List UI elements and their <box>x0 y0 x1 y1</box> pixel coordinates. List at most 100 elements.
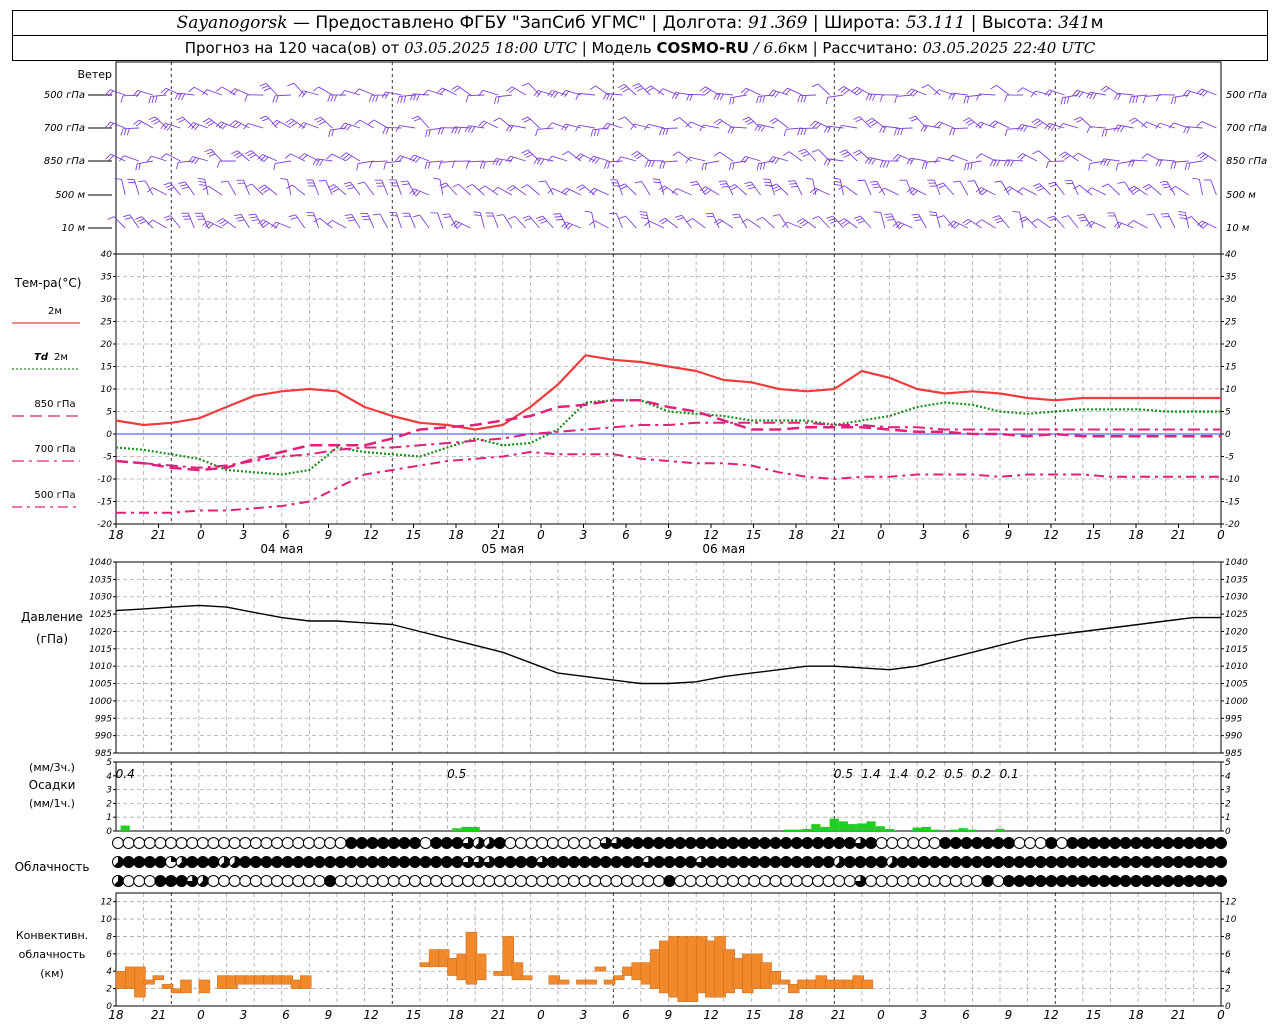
wind-barb-feather <box>1128 117 1136 122</box>
wind-barb-feather <box>163 182 171 186</box>
wind-barb-feather <box>443 216 451 218</box>
cloud-symbol <box>960 875 973 887</box>
wind-barb-feather <box>1196 121 1203 127</box>
wind-barb <box>942 182 955 196</box>
wind-barb-feather <box>1142 184 1150 189</box>
wind-barb-feather <box>382 127 386 135</box>
temp-x-tick: 9 <box>665 528 673 542</box>
wind-barb-feather <box>204 148 212 153</box>
cloud-symbol <box>175 837 188 849</box>
wind-barb-feather <box>865 93 870 101</box>
wind-barb-feather <box>760 125 766 132</box>
wind-barb-feather <box>312 158 317 166</box>
wind-barb-feather <box>425 130 428 138</box>
wind-barb-feather <box>216 160 221 168</box>
wind-barb-feather <box>375 94 379 102</box>
cloud-symbol <box>896 856 909 868</box>
wind-barb-feather <box>800 151 808 155</box>
precip-unit3: (мм/3ч.) <box>29 761 75 774</box>
wind-barb <box>482 160 499 163</box>
wind-barb <box>395 179 402 196</box>
wind-barb <box>703 124 720 129</box>
wind-barb-feather <box>811 83 819 88</box>
cloud-symbol <box>430 837 443 849</box>
wind-barb-feather <box>1115 163 1119 171</box>
wind-barb-feather <box>853 116 860 120</box>
wind-barb <box>1201 88 1217 96</box>
wind-barb-feather <box>496 214 504 217</box>
wind-barb-feather <box>912 190 919 196</box>
wind-barb-feather <box>771 90 777 97</box>
cloud-symbol <box>430 856 443 868</box>
pres-axis-tick-right: 1025 <box>1225 610 1248 620</box>
wind-barb <box>918 213 927 229</box>
wind-barb-feather <box>274 121 281 127</box>
wind-barb-feather <box>1012 210 1020 213</box>
wind-barb-feather <box>756 96 759 104</box>
pres-axis-tick-right: 995 <box>1225 714 1242 724</box>
wind-barb <box>152 219 167 229</box>
wind-barb-feather <box>855 217 863 222</box>
cloud-symbol <box>515 875 528 887</box>
cloud-symbol <box>737 875 750 887</box>
cloud-symbol <box>1119 856 1132 868</box>
wind-barb-feather <box>895 155 902 161</box>
wind-barb-feather <box>728 184 735 189</box>
wind-barb <box>274 94 291 97</box>
conv-x-tick: 0 <box>877 1008 885 1022</box>
wind-barb-feather <box>647 160 652 168</box>
wind-barb-feather <box>699 86 706 92</box>
wind-barb-feather <box>133 119 140 125</box>
wind-barb-feather <box>596 128 600 136</box>
wind-level-label-right: 10 м <box>1226 223 1250 234</box>
wind-barb-feather <box>259 83 267 87</box>
wind-barb-feather <box>235 154 243 159</box>
wind-barb-feather <box>1031 218 1038 224</box>
precip-title: Осадки <box>29 778 76 792</box>
cloud-symbol <box>440 875 453 887</box>
wind-barb <box>1037 218 1051 229</box>
cloud-symbol <box>1172 875 1185 887</box>
wind-level-label: 10 м <box>62 223 86 234</box>
wind-title: Ветер <box>78 68 112 81</box>
wind-barb-feather <box>838 218 845 223</box>
wind-barb <box>1054 181 1065 196</box>
wind-barb-feather <box>731 213 739 216</box>
wind-barb <box>1148 184 1162 196</box>
wind-barb-feather <box>146 155 152 162</box>
conv-axis-tick-right: 2 <box>1225 985 1231 995</box>
cloud-symbol <box>822 875 835 887</box>
wind-barb-feather <box>413 118 421 122</box>
wind-barb-feather <box>962 218 969 224</box>
wind-barb-feather <box>825 97 829 105</box>
conv-title-2: облачность <box>19 948 86 961</box>
wind-barb-feather <box>640 214 648 216</box>
wind-barb-feather <box>1089 92 1094 99</box>
precip-bar <box>884 828 895 831</box>
precip-bar <box>967 829 977 831</box>
prec-axis-tick-left: 0 <box>106 827 112 837</box>
wind-barb <box>1166 180 1176 196</box>
wind-barb-feather <box>603 161 607 169</box>
cloud-symbol <box>472 837 485 849</box>
wind-barb-feather <box>509 88 516 94</box>
wind-barb-feather <box>1072 152 1079 159</box>
wind-barb-feather <box>732 162 735 170</box>
wind-barb <box>247 123 264 129</box>
wind-level-label: 700 гПа <box>44 123 85 134</box>
wind-barb-feather <box>702 88 709 94</box>
cloud-symbol <box>398 875 411 887</box>
cloud-symbol <box>758 875 771 887</box>
cloud-symbol <box>1140 856 1153 868</box>
wind-barb <box>994 120 1010 129</box>
wind-barb <box>426 160 443 163</box>
wind-barb-feather <box>400 96 403 104</box>
cloud-symbol <box>1172 856 1185 868</box>
prec-axis-tick-right: 1 <box>1225 813 1231 823</box>
cloud-symbol <box>578 837 591 849</box>
cloud-symbol <box>451 856 464 868</box>
wind-barb-feather <box>319 159 324 167</box>
wind-barb <box>222 218 236 229</box>
cloud-symbol <box>1024 856 1037 868</box>
wind-barb-feather <box>1073 116 1081 121</box>
